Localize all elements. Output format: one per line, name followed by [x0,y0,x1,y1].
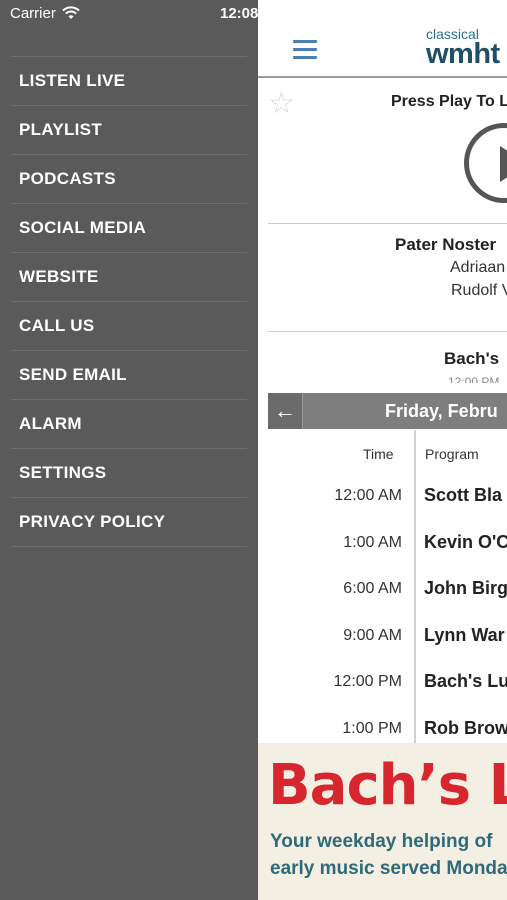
battery-tip [498,11,500,16]
side-menu: LISTEN LIVE PLAYLIST PODCASTS SOCIAL MED… [0,0,258,900]
menu-item-settings[interactable]: SETTINGS [11,449,247,498]
menu-item-podcasts[interactable]: PODCASTS [11,155,247,204]
table-row[interactable]: 1:00 AM Kevin O'C [268,532,507,580]
menu-item-send-email[interactable]: SEND EMAIL [11,351,247,400]
divider [268,223,507,224]
main-panel: classical wmht ☆ Press Play To L Pater N… [258,0,507,900]
wifi-icon [62,6,80,19]
menu-item-website[interactable]: WEBSITE [11,253,247,302]
schedule-table: Time Program 12:00 AM Scott Bla 1:00 AM … [268,430,507,743]
banner-tagline-2: early music served Monda [270,858,507,879]
star-icon[interactable]: ☆ [268,86,295,121]
table-row[interactable]: 6:00 AM John Birg [268,578,507,626]
banner-tagline-1: Your weekday helping of [270,831,493,852]
up-next-time: 12:00 PM [448,375,500,383]
column-header-time: Time [363,446,394,462]
logo-wmht-text: wmht [426,38,500,70]
menu-item-playlist[interactable]: PLAYLIST [11,106,247,155]
now-playing-performer: Rudolf V [451,282,507,299]
menu-item-social-media[interactable]: SOCIAL MEDIA [11,204,247,253]
row-time: 9:00 AM [343,627,402,644]
promo-banner[interactable]: Bach’s Lu Your weekday helping of early … [258,743,507,900]
row-time: 6:00 AM [343,580,402,597]
row-time: 1:00 AM [343,534,402,551]
schedule-date: Friday, Febru [385,401,498,421]
up-next-title: Bach's [444,349,500,368]
now-playing-title: Pater Noster [395,235,497,254]
now-playing-composer: Adriaan [450,259,506,276]
menu-list: LISTEN LIVE PLAYLIST PODCASTS SOCIAL MED… [11,56,247,547]
banner-title: Bach’s Lu [268,753,507,818]
menu-item-alarm[interactable]: ALARM [11,400,247,449]
hamburger-icon[interactable] [293,40,317,64]
divider [268,331,507,332]
schedule-date-bar: ← Friday, Febru [268,393,507,429]
menu-item-listen-live[interactable]: LISTEN LIVE [11,57,247,106]
row-program: Scott Bla [424,485,503,505]
menu-item-privacy-policy[interactable]: PRIVACY POLICY [11,498,247,547]
play-icon[interactable] [500,146,507,182]
battery-icon [470,7,498,19]
table-row[interactable]: 12:00 PM Bach's Lu [268,671,507,719]
row-program: Rob Brow [424,718,507,738]
menu-item-call-us[interactable]: CALL US [11,302,247,351]
row-time: 12:00 PM [333,673,402,690]
carrier-label: Carrier [10,5,56,22]
row-program: Bach's Lu [424,671,507,691]
row-time: 12:00 AM [334,487,402,504]
row-program: Lynn War [424,625,505,645]
table-row[interactable]: 12:00 AM Scott Bla [268,485,507,533]
row-program: John Birg [424,578,507,598]
press-play-prompt: Press Play To L [391,93,507,110]
column-header-program: Program [425,446,479,462]
status-bar: Carrier 12:08 PM [0,0,507,28]
clock: 12:08 PM [220,5,286,22]
row-time: 1:00 PM [342,720,402,737]
row-program: Kevin O'C [424,532,507,552]
table-row[interactable]: 9:00 AM Lynn War [268,625,507,673]
back-arrow-icon[interactable]: ← [268,393,303,429]
